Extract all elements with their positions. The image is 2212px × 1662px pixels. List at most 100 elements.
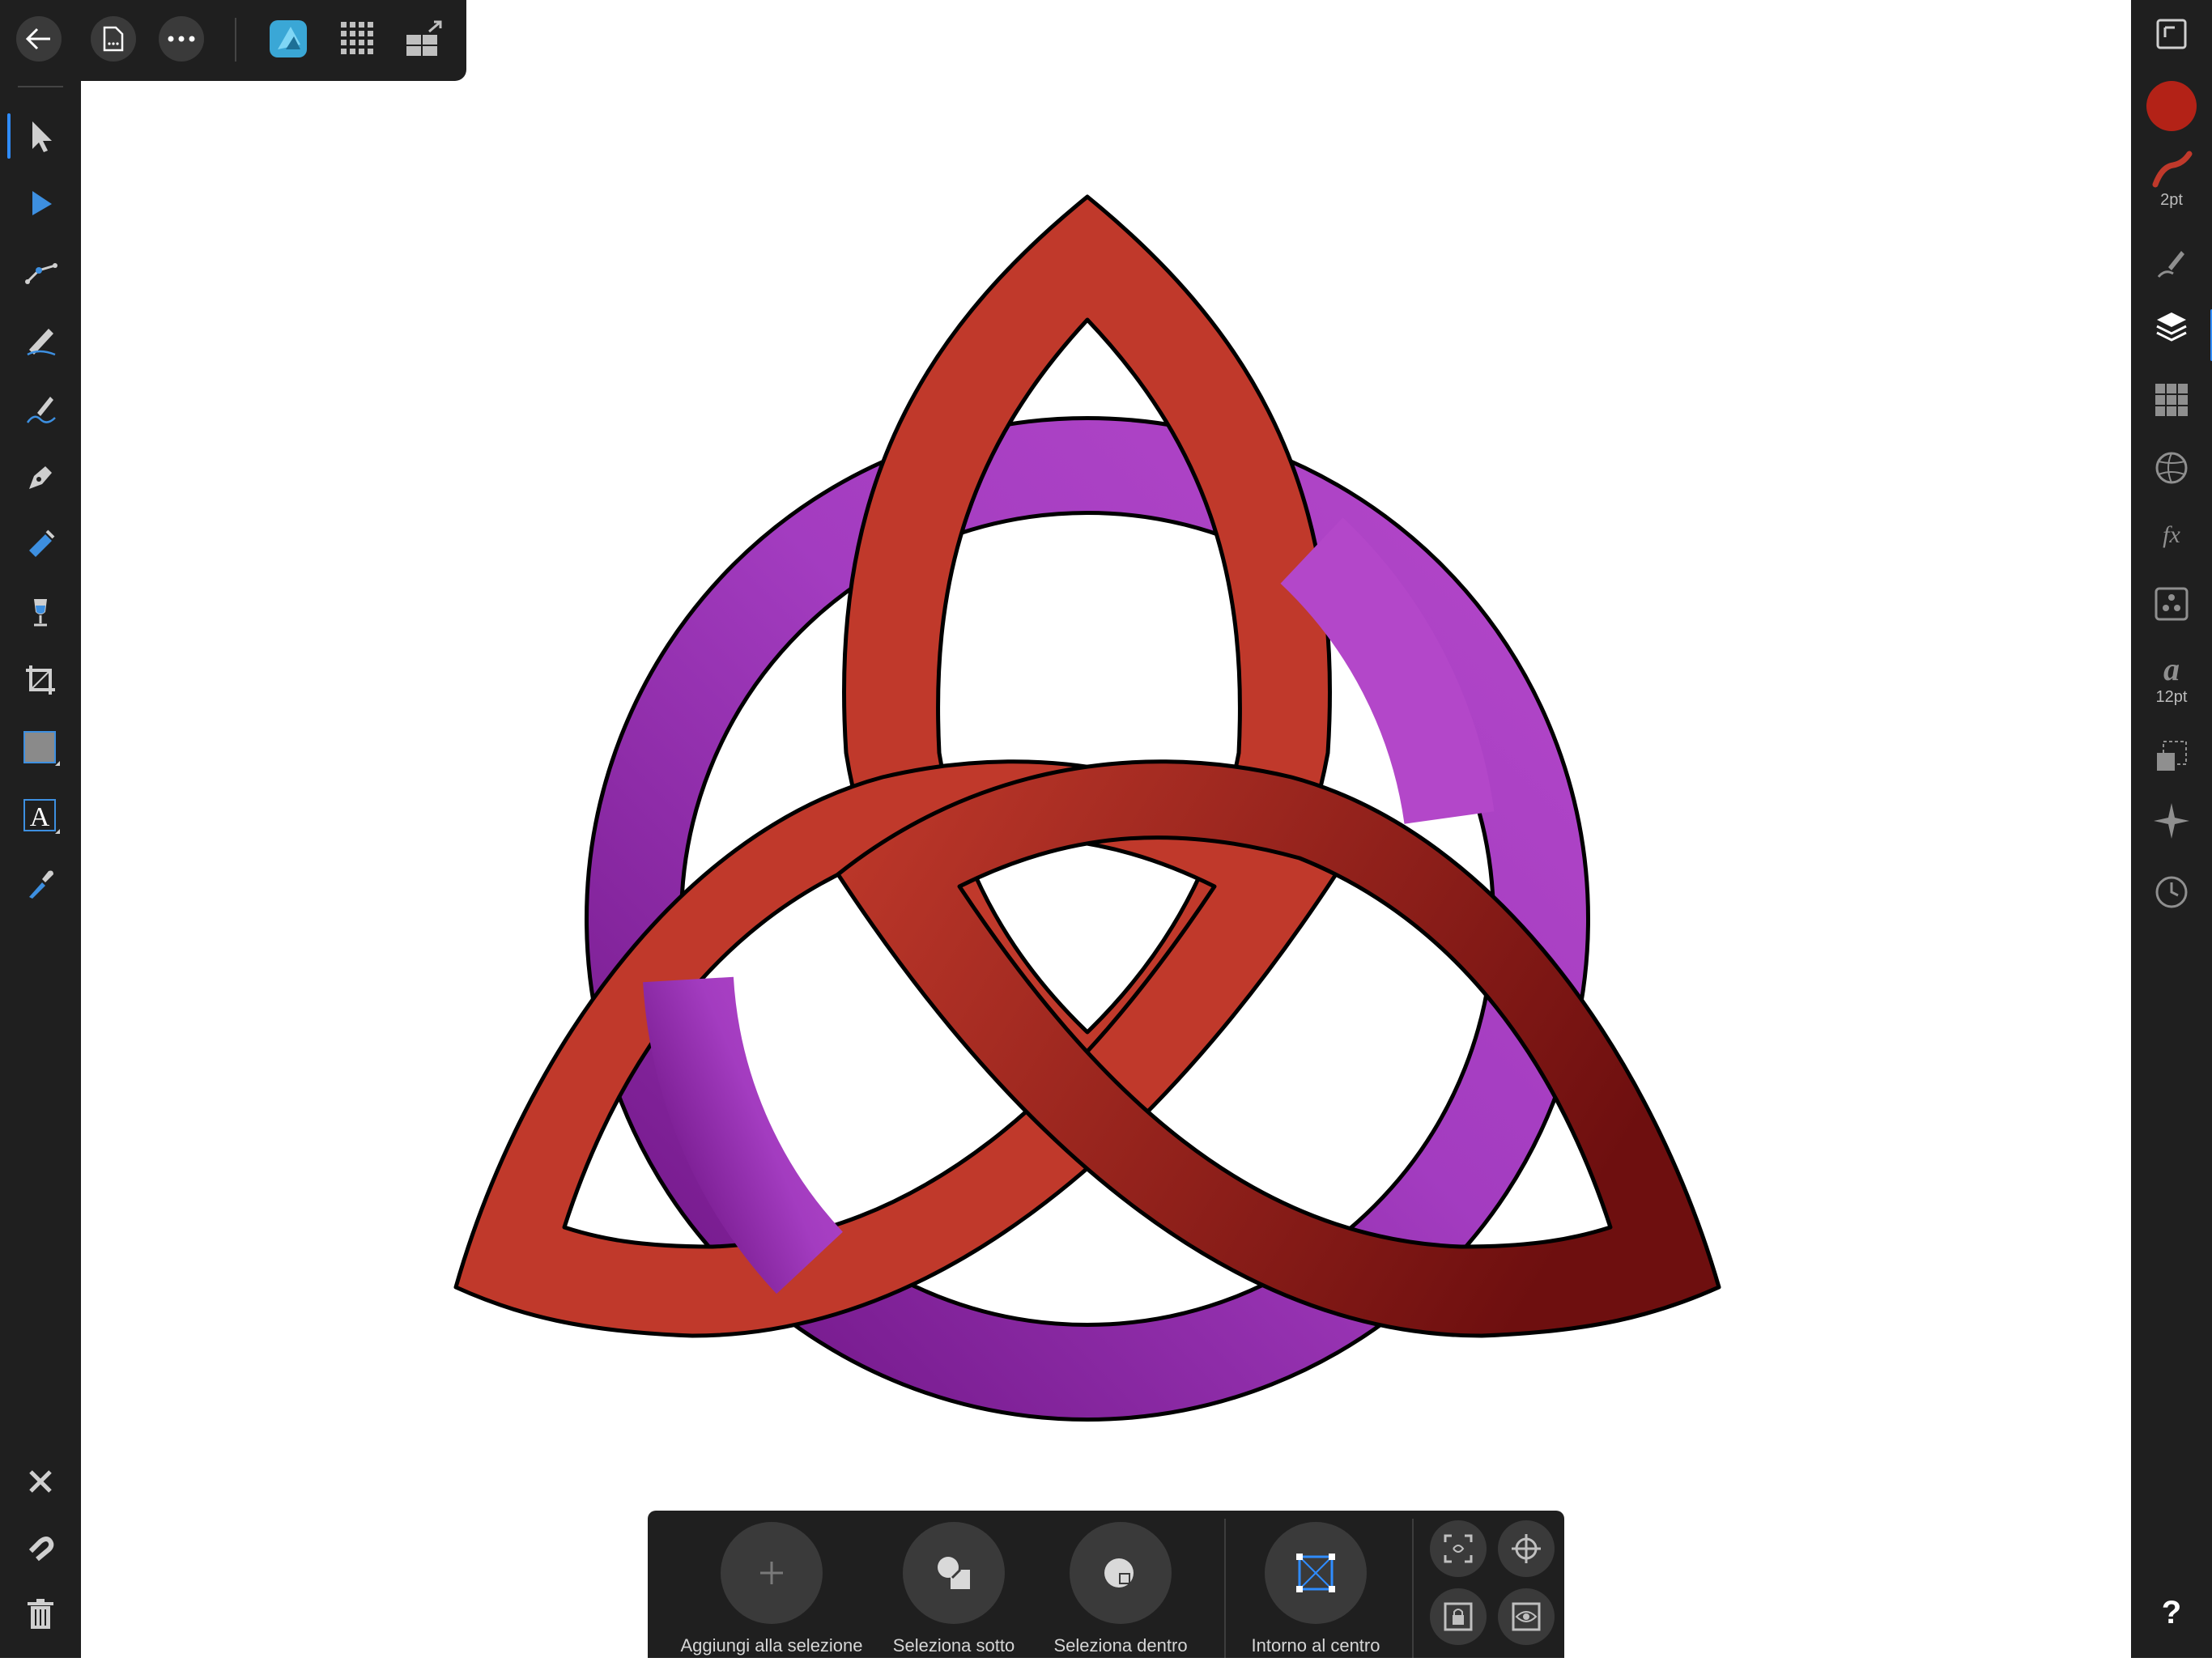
select-inside-label: Seleziona dentro <box>1053 1635 1188 1656</box>
effects-panel-button[interactable]: fx <box>2147 518 2196 550</box>
crop-tool[interactable] <box>8 651 73 709</box>
snapping-button[interactable] <box>8 1519 73 1577</box>
stroke-button[interactable]: 2pt <box>2147 151 2196 210</box>
context-toolbar-divider <box>1224 1519 1226 1658</box>
sidebar-divider <box>18 86 63 87</box>
font-size-label: 12pt <box>2155 688 2188 706</box>
rectangle-shape-icon <box>23 731 60 766</box>
add-to-selection-circle <box>721 1522 823 1624</box>
tools-sidebar: A <box>0 0 81 1658</box>
document-canvas[interactable] <box>81 0 2131 1658</box>
corner-tool[interactable] <box>8 243 73 301</box>
node-tool[interactable] <box>8 175 73 233</box>
top-leaf <box>842 194 1332 1136</box>
studio-sidebar: 2pt fx a 12pt <box>2131 0 2212 1658</box>
swatches-panel-button[interactable] <box>2147 382 2196 418</box>
add-to-selection-label: Aggiungi alla selezione <box>680 1635 863 1656</box>
close-button[interactable] <box>8 1452 73 1511</box>
text-frame-icon: A <box>23 799 60 834</box>
show-hidden-button[interactable] <box>1498 1588 1555 1645</box>
color-wheel-icon <box>2155 452 2188 484</box>
around-center-circle <box>1265 1522 1367 1624</box>
swatches-grid-icon <box>2155 384 2188 416</box>
eye-frame-icon <box>1512 1602 1541 1631</box>
help-button[interactable]: ? <box>2147 1588 2196 1637</box>
pixel-grid-icon <box>341 22 373 54</box>
plus-icon <box>760 1562 783 1584</box>
fill-color-swatch <box>2146 81 2197 131</box>
fill-gradient-icon <box>29 529 55 557</box>
more-dots-icon <box>168 36 195 42</box>
export-persona-button[interactable] <box>400 15 449 63</box>
color-panel-button[interactable] <box>2147 450 2196 486</box>
brushes-panel-button[interactable] <box>2147 244 2196 280</box>
lock-frame-icon <box>1444 1602 1473 1631</box>
pen-tool[interactable] <box>8 447 73 505</box>
history-clock-icon <box>2155 876 2188 908</box>
transform-panel-button[interactable] <box>2147 738 2196 774</box>
text-tool[interactable]: A <box>8 787 73 845</box>
fx-icon: fx <box>2163 521 2180 548</box>
crop-icon <box>26 665 55 695</box>
select-under-circle <box>903 1522 1005 1624</box>
magnet-icon <box>28 1537 54 1562</box>
crosshair-icon <box>1512 1534 1541 1563</box>
transform-objects-separately-button[interactable] <box>1430 1520 1487 1577</box>
rectangle-tool[interactable] <box>8 719 73 777</box>
pen-nib-icon <box>29 466 52 489</box>
lock-children-button[interactable] <box>1430 1588 1487 1645</box>
document-menu-button[interactable] <box>91 16 136 62</box>
fullscreen-button[interactable] <box>2147 18 2196 50</box>
move-tool[interactable] <box>7 107 73 165</box>
pixel-persona-button[interactable] <box>334 15 382 63</box>
appearance-icon <box>2155 587 2189 621</box>
transform-around-center-icon <box>1296 1554 1335 1592</box>
back-button[interactable] <box>16 16 62 62</box>
layers-panel-button[interactable] <box>2147 309 2212 361</box>
transform-origin-button[interactable] <box>1498 1520 1555 1577</box>
history-panel-button[interactable] <box>2147 874 2196 910</box>
scale-objects-icon <box>1444 1534 1473 1563</box>
select-inside-icon <box>1104 1558 1134 1588</box>
select-inside-button[interactable]: Seleziona dentro <box>1048 1522 1193 1656</box>
navigator-panel-button[interactable] <box>2147 801 2196 840</box>
svg-text:A: A <box>30 802 50 832</box>
brush-stroke-icon <box>2157 251 2184 278</box>
layers-icon <box>2156 312 2187 342</box>
pencil-tool[interactable] <box>8 311 73 369</box>
delete-button[interactable] <box>8 1585 73 1643</box>
text-styles-panel-button[interactable]: a 12pt <box>2147 651 2196 707</box>
brush-icon <box>26 397 56 423</box>
color-picker-tool[interactable] <box>8 855 73 913</box>
appearance-panel-button[interactable] <box>2147 586 2196 622</box>
corner-icon <box>25 263 57 284</box>
around-center-button[interactable]: Intorno al centro <box>1243 1522 1389 1656</box>
triquetra-artwork[interactable] <box>81 0 2131 1658</box>
around-center-label: Intorno al centro <box>1251 1635 1380 1656</box>
trash-icon <box>28 1599 53 1629</box>
document-icon <box>103 26 124 52</box>
stroke-icon <box>2152 151 2193 188</box>
select-under-label: Seleziona sotto <box>892 1635 1015 1656</box>
transparency-tool[interactable] <box>8 583 73 641</box>
fill-tool[interactable] <box>8 515 73 573</box>
close-icon <box>29 1470 52 1493</box>
eyedropper-icon <box>29 870 53 899</box>
transform-icon <box>2157 741 2187 771</box>
select-under-icon <box>938 1557 970 1589</box>
designer-persona-button[interactable] <box>264 15 313 63</box>
export-persona-icon <box>406 20 442 56</box>
top-toolbar <box>0 0 466 81</box>
stroke-width-label: 2pt <box>2160 191 2183 209</box>
more-options-button[interactable] <box>159 16 204 62</box>
fullscreen-icon <box>2156 19 2187 49</box>
add-to-selection-button[interactable]: Aggiungi alla selezione <box>680 1522 863 1656</box>
vector-brush-tool[interactable] <box>8 379 73 437</box>
select-under-button[interactable]: Seleziona sotto <box>881 1522 1027 1656</box>
fill-color-well[interactable] <box>2146 81 2197 131</box>
select-inside-circle <box>1070 1522 1172 1624</box>
compass-icon <box>2154 803 2189 839</box>
wine-glass-icon <box>34 599 47 627</box>
context-toolbar: Aggiungi alla selezione Seleziona sotto … <box>648 1511 1564 1658</box>
context-toolbar-divider-2 <box>1412 1519 1414 1658</box>
